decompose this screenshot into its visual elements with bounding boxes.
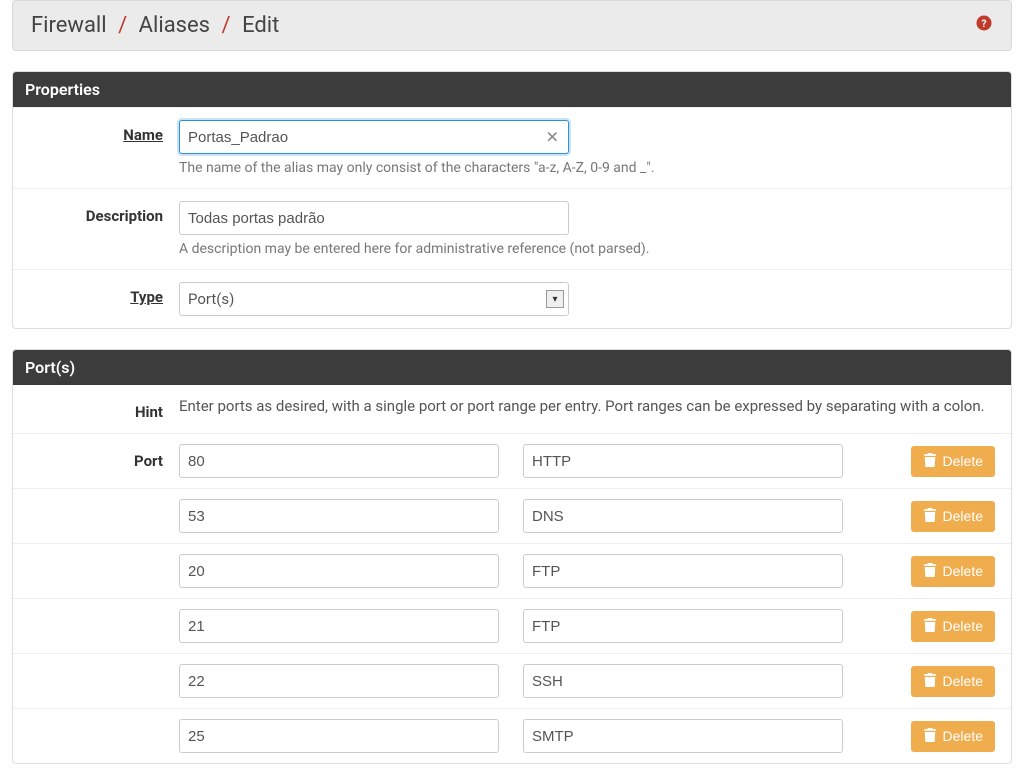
label-name: Name [29, 120, 179, 144]
port-cols: Delete [179, 719, 995, 753]
port-desc-input[interactable] [523, 444, 843, 478]
port-row: Delete [13, 598, 1011, 653]
form-group-description: Description A description may be entered… [13, 188, 1011, 269]
port-desc-input[interactable] [523, 609, 843, 643]
port-cols: Delete [179, 444, 995, 478]
port-value-input[interactable] [179, 554, 499, 588]
port-row: Port Delete [13, 433, 1011, 488]
delete-label: Delete [943, 673, 983, 689]
form-group-name: Name ✕ The name of the alias may only co… [13, 107, 1011, 188]
clear-icon[interactable]: ✕ [546, 128, 559, 147]
panel-ports: Port(s) Hint Enter ports as desired, wit… [12, 349, 1012, 764]
port-desc-input[interactable] [523, 719, 843, 753]
delete-label: Delete [943, 563, 983, 579]
port-value-input[interactable] [179, 499, 499, 533]
breadcrumb-firewall[interactable]: Firewall [31, 13, 107, 38]
delete-label: Delete [943, 453, 983, 469]
description-help-text: A description may be entered here for ad… [179, 241, 995, 257]
form-group-hint: Hint Enter ports as desired, with a sing… [13, 385, 1011, 433]
delete-button[interactable]: Delete [911, 666, 995, 697]
port-value-input[interactable] [179, 719, 499, 753]
trash-icon [923, 618, 937, 635]
port-desc-input[interactable] [523, 554, 843, 588]
delete-label: Delete [943, 728, 983, 744]
label-description: Description [29, 201, 179, 225]
help-icon[interactable]: ? [975, 14, 993, 37]
hint-text: Enter ports as desired, with a single po… [179, 397, 995, 415]
delete-button[interactable]: Delete [911, 611, 995, 642]
trash-icon [923, 453, 937, 470]
panel-heading-ports: Port(s) [13, 350, 1011, 385]
port-cols: Delete [179, 664, 995, 698]
breadcrumb-aliases[interactable]: Aliases [139, 13, 210, 38]
label-hint: Hint [29, 397, 179, 421]
type-select[interactable]: Port(s) ▾ [179, 282, 569, 316]
name-help-text: The name of the alias may only consist o… [179, 160, 995, 176]
trash-icon [923, 728, 937, 745]
breadcrumb-sep: / [222, 13, 231, 38]
trash-icon [923, 508, 937, 525]
port-desc-input[interactable] [523, 664, 843, 698]
chevron-down-icon: ▾ [546, 290, 564, 308]
port-value-input[interactable] [179, 444, 499, 478]
label-type: Type [29, 282, 179, 306]
port-value-input[interactable] [179, 664, 499, 698]
delete-label: Delete [943, 618, 983, 634]
panel-properties: Properties Name ✕ The name of the alias … [12, 71, 1012, 329]
delete-button[interactable]: Delete [911, 501, 995, 532]
port-row: Delete [13, 653, 1011, 708]
port-desc-input[interactable] [523, 499, 843, 533]
form-group-type: Type Port(s) ▾ [13, 269, 1011, 328]
page-header: Firewall / Aliases / Edit ? [12, 0, 1012, 51]
delete-button[interactable]: Delete [911, 721, 995, 752]
trash-icon [923, 673, 937, 690]
port-cols: Delete [179, 499, 995, 533]
breadcrumb: Firewall / Aliases / Edit [31, 13, 279, 38]
delete-label: Delete [943, 508, 983, 524]
label-port: Port [29, 452, 179, 470]
port-cols: Delete [179, 554, 995, 588]
port-cols: Delete [179, 609, 995, 643]
port-row: Delete [13, 708, 1011, 763]
panel-heading-properties: Properties [13, 72, 1011, 107]
name-input[interactable] [179, 120, 569, 154]
port-row: Delete [13, 543, 1011, 598]
breadcrumb-sep: / [118, 13, 127, 38]
type-select-value: Port(s) [188, 290, 234, 308]
delete-button[interactable]: Delete [911, 446, 995, 477]
trash-icon [923, 563, 937, 580]
description-input[interactable] [179, 201, 569, 235]
delete-button[interactable]: Delete [911, 556, 995, 587]
svg-text:?: ? [981, 17, 986, 30]
breadcrumb-edit: Edit [242, 13, 279, 38]
port-value-input[interactable] [179, 609, 499, 643]
port-row: Delete [13, 488, 1011, 543]
